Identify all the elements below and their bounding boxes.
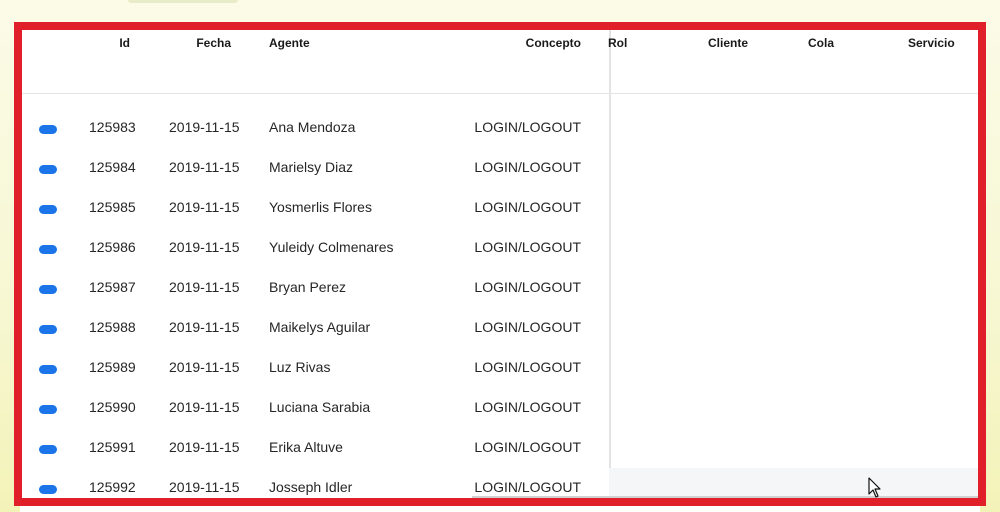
cell-id: 125988 — [89, 319, 136, 335]
page-bottom-strip — [20, 506, 980, 512]
column-header-agente[interactable]: Agente — [269, 36, 310, 50]
cell-fecha: 2019-11-15 — [169, 239, 240, 255]
table-row[interactable]: 125987 2019-11-15 Bryan Perez LOGIN/LOGOUT — [22, 268, 978, 308]
table-row[interactable]: 125983 2019-11-15 Ana Mendoza LOGIN/LOGOUT — [22, 108, 978, 148]
cell-fecha: 2019-11-15 — [169, 399, 240, 415]
cell-fecha: 2019-11-15 — [169, 159, 240, 175]
cell-fecha: 2019-11-15 — [169, 319, 240, 335]
row-status-indicator-icon[interactable] — [39, 405, 57, 414]
table-row[interactable]: 125986 2019-11-15 Yuleidy Colmenares LOGIN/… — [22, 228, 978, 268]
cell-agente: Luz Rivas — [269, 359, 331, 375]
row-status-indicator-icon[interactable] — [39, 485, 57, 494]
cell-concepto: LOGIN/LOGOUT — [474, 399, 581, 415]
top-tab-edge — [128, 0, 238, 3]
row-status-indicator-icon[interactable] — [39, 445, 57, 454]
cell-concepto: LOGIN/LOGOUT — [474, 359, 581, 375]
column-header-fecha[interactable]: Fecha — [172, 36, 231, 50]
cell-fecha: 2019-11-15 — [169, 479, 240, 495]
table-row[interactable]: 125984 2019-11-15 Marielsy Diaz LOGIN/LOGOU… — [22, 148, 978, 188]
row-status-indicator-icon[interactable] — [39, 325, 57, 334]
cell-id: 125987 — [89, 279, 136, 295]
horizontal-scrollbar[interactable] — [472, 496, 978, 498]
data-table: Id Fecha Agente Concepto Rol Cliente Col… — [22, 30, 978, 498]
table-row[interactable]: 125991 2019-11-15 Erika Altuve LOGIN/LOGOUT — [22, 428, 978, 468]
cell-id: 125985 — [89, 199, 136, 215]
cell-agente: Yosmerlis Flores — [269, 199, 372, 215]
cell-agente: Ana Mendoza — [269, 119, 356, 135]
cell-fecha: 2019-11-15 — [169, 119, 240, 135]
cell-concepto: LOGIN/LOGOUT — [474, 439, 581, 455]
cell-agente: Marielsy Diaz — [269, 159, 354, 175]
cell-id: 125986 — [89, 239, 136, 255]
cell-agente: Erika Altuve — [269, 439, 343, 455]
cell-id: 125991 — [89, 439, 136, 455]
cell-id: 125984 — [89, 159, 136, 175]
cell-concepto: LOGIN/LOGOUT — [474, 279, 581, 295]
row-status-indicator-icon[interactable] — [39, 285, 57, 294]
table-row[interactable]: 125989 2019-11-15 Luz Rivas LOGIN/LOGOUT — [22, 348, 978, 388]
cell-fecha: 2019-11-15 — [169, 439, 240, 455]
cell-fecha: 2019-11-15 — [169, 279, 240, 295]
cell-id: 125992 — [89, 479, 136, 495]
column-header-cliente[interactable]: Cliente — [708, 36, 748, 50]
cell-agente: Bryan Perez — [269, 279, 347, 295]
header-divider — [22, 93, 978, 94]
mouse-cursor-icon — [868, 477, 881, 498]
cell-id: 125983 — [89, 119, 136, 135]
table-row[interactable]: 125988 2019-11-15 Maikelys Aguilar LOGIN/LO… — [22, 308, 978, 348]
cell-concepto: LOGIN/LOGOUT — [474, 479, 581, 495]
row-status-indicator-icon[interactable] — [39, 365, 57, 374]
row-status-indicator-icon[interactable] — [39, 165, 57, 174]
cell-agente: Josseph Idler — [269, 479, 353, 495]
cell-concepto: LOGIN/LOGOUT — [474, 159, 581, 175]
table-row[interactable]: 125985 2019-11-15 Yosmerlis Flores LOGIN/LO… — [22, 188, 978, 228]
cell-fecha: 2019-11-15 — [169, 199, 240, 215]
row-status-indicator-icon[interactable] — [39, 125, 57, 134]
column-header-id[interactable]: Id — [92, 36, 130, 50]
cell-id: 125989 — [89, 359, 136, 375]
column-header-cola[interactable]: Cola — [808, 36, 834, 50]
cell-agente: Luciana Sarabia — [269, 399, 371, 415]
row-status-indicator-icon[interactable] — [39, 205, 57, 214]
column-header-concepto[interactable]: Concepto — [502, 36, 581, 50]
column-header-rol[interactable]: Rol — [608, 36, 627, 50]
row-status-indicator-icon[interactable] — [39, 245, 57, 254]
table-row[interactable]: 125990 2019-11-15 Luciana Sarabia LOGIN/LOG… — [22, 388, 978, 428]
cell-agente: Maikelys Aguilar — [269, 319, 371, 335]
cell-concepto: LOGIN/LOGOUT — [474, 199, 581, 215]
cell-agente: Yuleidy Colmenares — [269, 239, 394, 255]
table-row[interactable]: 125992 2019-11-15 Josseph Idler LOGIN/LOGOU… — [22, 468, 978, 498]
cell-concepto: LOGIN/LOGOUT — [474, 119, 581, 135]
cell-fecha: 2019-11-15 — [169, 359, 240, 375]
cell-concepto: LOGIN/LOGOUT — [474, 319, 581, 335]
highlight-frame: Id Fecha Agente Concepto Rol Cliente Col… — [14, 22, 986, 506]
cell-concepto: LOGIN/LOGOUT — [474, 239, 581, 255]
cell-id: 125990 — [89, 399, 136, 415]
column-header-servicio[interactable]: Servicio — [908, 36, 955, 50]
